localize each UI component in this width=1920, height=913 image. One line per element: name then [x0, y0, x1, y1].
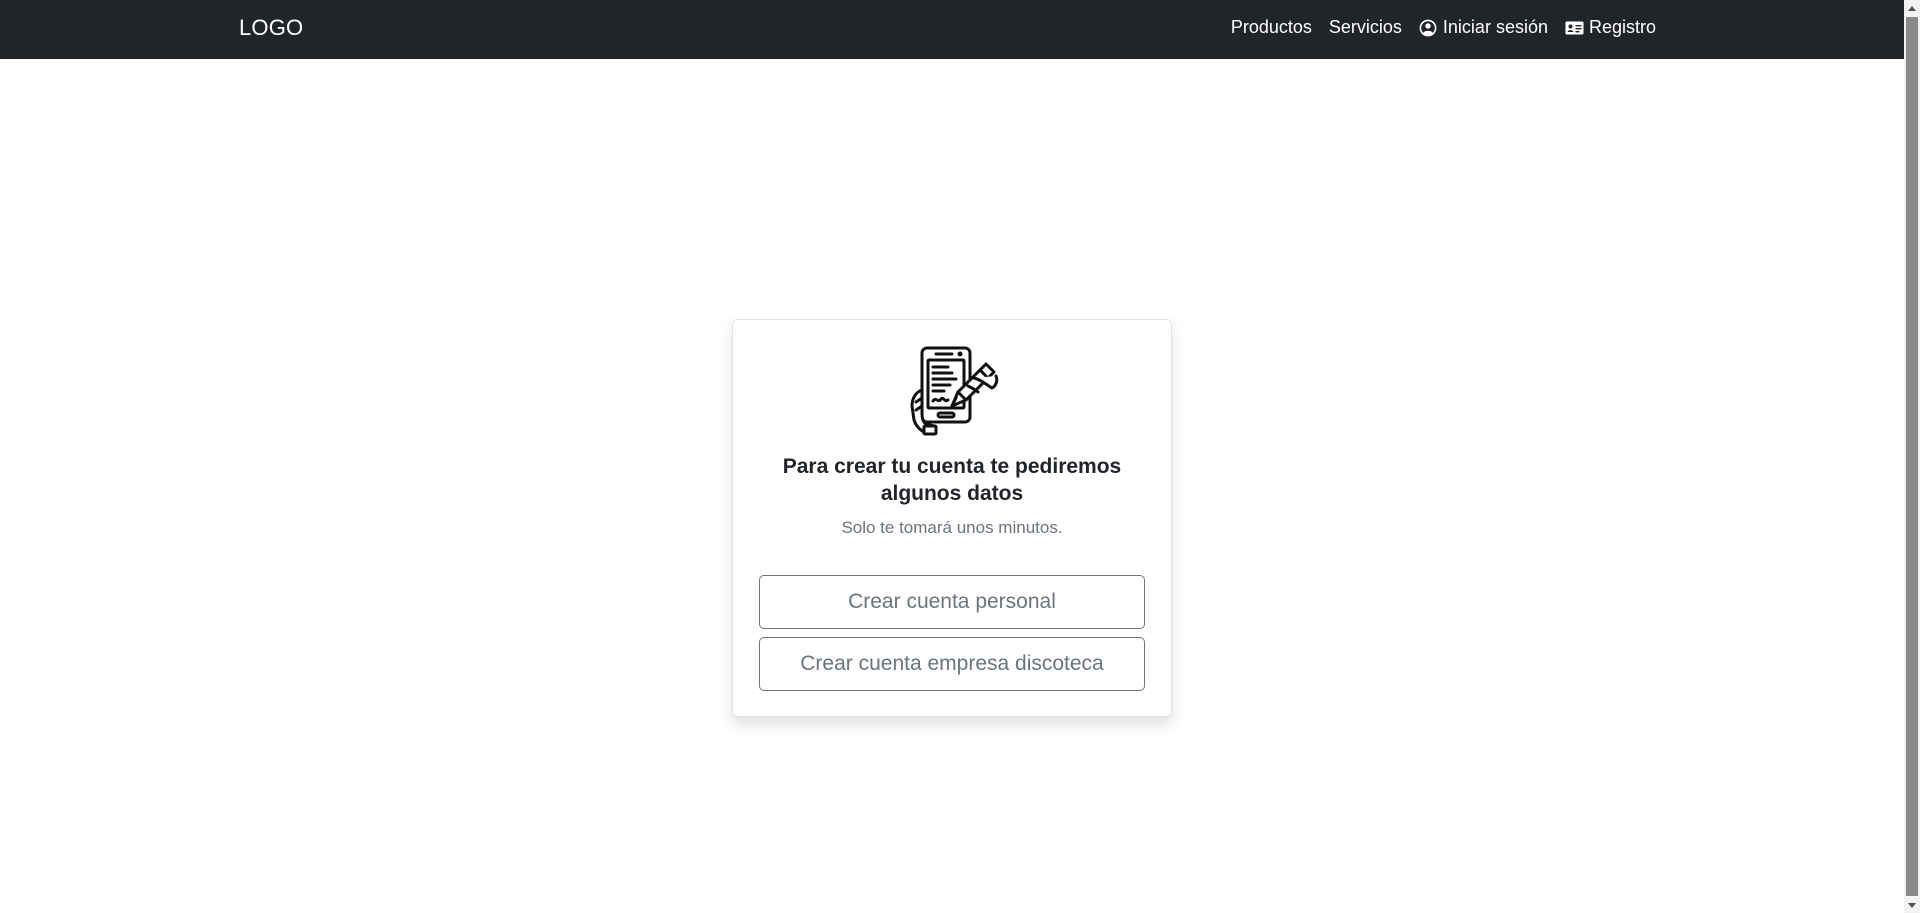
navbar: LOGO Productos Servicios Iniciar sesión [0, 0, 1904, 59]
tablet-signing-icon [908, 346, 1000, 436]
nav-link-registro[interactable]: Registro [1565, 17, 1656, 38]
brand-logo[interactable]: LOGO [239, 15, 303, 41]
nav-link-label: Registro [1588, 17, 1656, 37]
card-subtitle: Solo te tomará unos minutos. [841, 518, 1063, 537]
nav-links: Productos Servicios Iniciar sesión Regis… [1231, 17, 1656, 38]
scroll-down-arrow-icon[interactable] [1904, 897, 1920, 913]
nav-link-label: Productos [1230, 17, 1312, 37]
create-business-account-button[interactable]: Crear cuenta empresa discoteca [759, 637, 1145, 691]
card-title: Para crear tu cuenta te pediremos alguno… [782, 455, 1122, 505]
nav-link-label: Iniciar sesión [1442, 17, 1548, 37]
nav-link-iniciar-sesion[interactable]: Iniciar sesión [1419, 17, 1548, 38]
scrollbar-thumb[interactable] [1906, 17, 1918, 896]
page: LOGO Productos Servicios Iniciar sesión [0, 0, 1920, 913]
signup-card: Para crear tu cuenta te pediremos alguno… [732, 319, 1172, 717]
nav-link-servicios[interactable]: Servicios [1329, 17, 1402, 38]
vertical-scrollbar[interactable] [1904, 0, 1920, 913]
create-personal-account-button[interactable]: Crear cuenta personal [759, 575, 1145, 629]
nav-link-productos[interactable]: Productos [1231, 17, 1312, 38]
id-card-icon [1565, 18, 1584, 37]
user-circle-icon [1419, 18, 1438, 37]
scroll-up-arrow-icon[interactable] [1904, 0, 1920, 16]
nav-link-label: Servicios [1328, 17, 1402, 37]
